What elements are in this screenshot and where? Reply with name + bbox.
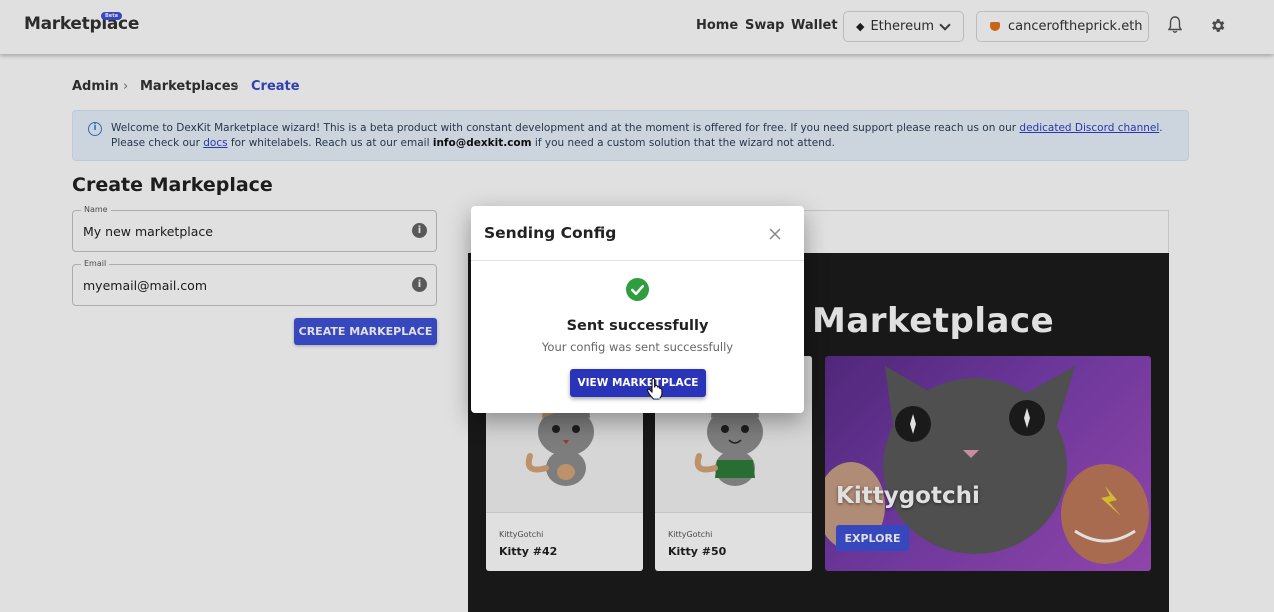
sending-config-dialog: Sending Config Sent successfully Your co… (471, 206, 804, 413)
dialog-title: Sending Config (484, 224, 617, 242)
dialog-header: Sending Config (471, 206, 804, 261)
status-message: Your config was sent successfully (541, 340, 734, 354)
status-title: Sent successfully (566, 318, 709, 334)
hand-cursor-icon (647, 378, 663, 400)
close-icon[interactable] (768, 227, 782, 241)
view-marketplace-button[interactable]: VIEW MARKETPLACE (570, 369, 706, 397)
check-circle-icon (626, 278, 649, 301)
